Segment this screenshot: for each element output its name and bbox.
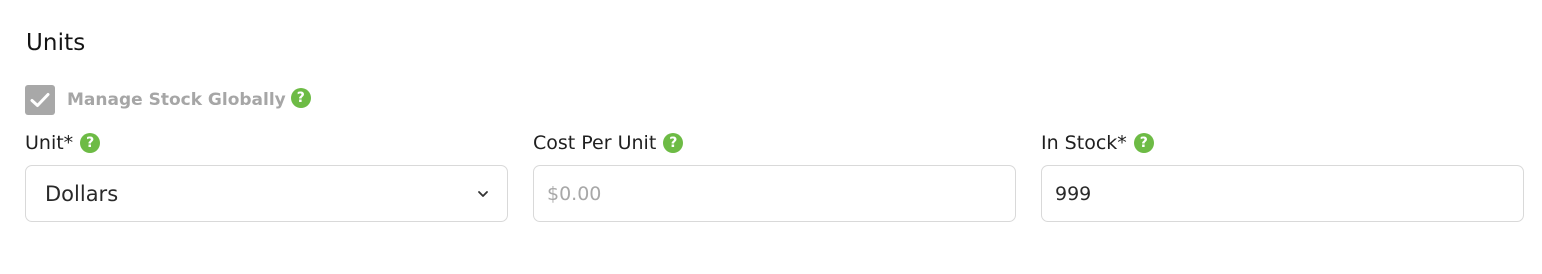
in-stock-control: [1041, 165, 1524, 222]
question-circle-icon[interactable]: ?: [80, 133, 101, 153]
manage-stock-checkbox[interactable]: [25, 85, 55, 115]
unit-label-row: Unit* ?: [25, 130, 508, 156]
manage-stock-row: Manage Stock Globally ?: [25, 85, 311, 115]
question-circle-icon[interactable]: ?: [1133, 133, 1154, 153]
cost-per-unit-control: [533, 165, 1016, 222]
unit-field: Unit* ? Dollars: [25, 130, 508, 222]
section-title: Units: [26, 30, 86, 56]
in-stock-label-row: In Stock* ?: [1041, 130, 1524, 156]
unit-label: Unit*: [25, 132, 74, 154]
cost-per-unit-input[interactable]: [534, 166, 1015, 221]
in-stock-input[interactable]: [1042, 166, 1523, 221]
chevron-down-icon: [478, 190, 488, 197]
manage-stock-label: Manage Stock Globally: [67, 90, 286, 110]
check-icon: [30, 93, 50, 107]
unit-select-value: Dollars: [45, 181, 119, 206]
unit-select[interactable]: Dollars: [25, 165, 508, 222]
cost-per-unit-label-row: Cost Per Unit ?: [533, 130, 1016, 156]
cost-per-unit-field: Cost Per Unit ?: [533, 130, 1016, 222]
in-stock-field: In Stock* ?: [1041, 130, 1524, 222]
question-circle-icon[interactable]: ?: [663, 133, 684, 153]
question-circle-icon[interactable]: ?: [290, 88, 311, 108]
in-stock-label: In Stock*: [1041, 132, 1127, 154]
cost-per-unit-label: Cost Per Unit: [533, 132, 657, 154]
